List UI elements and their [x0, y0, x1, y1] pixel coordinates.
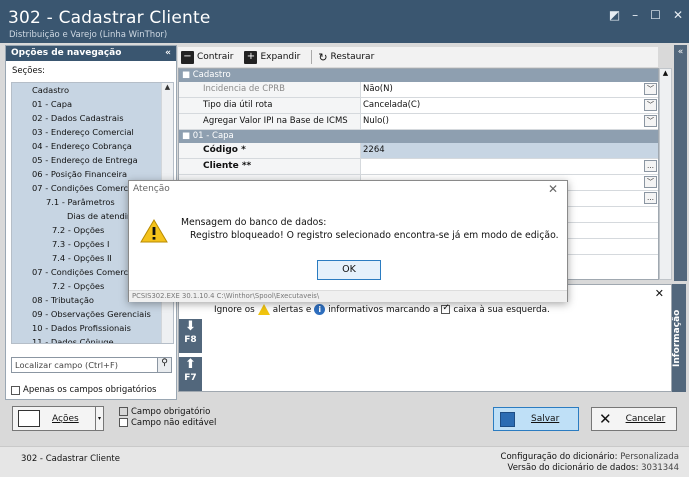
grid-row[interactable]: Tipo dia útil rota Cancelada(C) ﹀ [179, 98, 658, 114]
tree-item[interactable]: 02 - Dados Cadastrais [12, 111, 162, 125]
dictionary-info: Configuração do dicionário: Personalizad… [500, 452, 679, 473]
field-label: Incidencia de CPRB [179, 82, 361, 97]
collapse-right-icon[interactable]: « [674, 47, 687, 57]
grid-row[interactable]: Incidencia de CPRB Não(N) ﹀ [179, 82, 658, 98]
only-required-checkbox[interactable] [11, 385, 20, 395]
tree-item[interactable]: 03 - Endereço Comercial [12, 125, 162, 139]
tree-item[interactable]: 01 - Capa [12, 97, 162, 111]
minus-icon: − [181, 50, 194, 64]
field-value[interactable]: Cancelada(C) ﹀ [361, 98, 658, 113]
navigation-header: Opções de navegação [11, 48, 122, 58]
dialog-close-icon[interactable]: ✕ [548, 182, 558, 196]
grid-row[interactable]: Código * 2264 [179, 143, 658, 159]
field-value[interactable]: … [361, 159, 658, 174]
only-required-label: Apenas os campos obrigatórios [23, 385, 157, 395]
field-value[interactable]: 2264 [361, 143, 658, 158]
tree-item[interactable]: 05 - Endereço de Entrega [12, 153, 162, 167]
legend: Campo obrigatório Campo não editável [119, 406, 216, 428]
previous-message-button[interactable]: ⬆ F7 [179, 357, 202, 391]
close-icon[interactable]: ✕ [673, 8, 683, 22]
tree-item[interactable]: 04 - Endereço Cobrança [12, 139, 162, 153]
plus-icon: + [244, 50, 258, 64]
right-collapse-strip[interactable]: « [674, 45, 687, 281]
ok-button[interactable]: OK [317, 260, 381, 280]
restore-button[interactable]: ↻ Restaurar [318, 51, 379, 64]
tree-item-cadastro[interactable]: Cadastro [12, 83, 162, 97]
arrow-down-icon: ⬇ [185, 319, 196, 334]
field-label: Agregar Valor IPI na Base de ICMS [179, 114, 361, 129]
group-header-cadastro[interactable]: ■ Cadastro [179, 69, 658, 82]
minimize-icon[interactable]: – [632, 8, 638, 22]
info-close-icon[interactable]: ✕ [655, 287, 664, 300]
dialog-title: Atenção [133, 184, 170, 194]
tree-item[interactable]: 10 - Dados Profissionais [12, 321, 162, 335]
actions-icon [18, 410, 40, 427]
restore-layout-icon[interactable]: ◩ [609, 8, 620, 22]
chevron-down-icon[interactable]: ﹀ [644, 83, 657, 95]
warning-icon [257, 304, 270, 315]
search-icon[interactable]: ⚲ [157, 357, 172, 373]
tree-item[interactable]: 09 - Observações Gerenciais [12, 307, 162, 321]
cancel-button[interactable]: ✕ Cancelar [591, 407, 677, 431]
title-bar: 302 - Cadastrar Cliente Distribuição e V… [0, 0, 689, 43]
info-icon: i [314, 304, 326, 315]
noneditable-swatch [119, 418, 128, 427]
next-message-button[interactable]: ⬇ F8 [179, 319, 202, 353]
information-side-tab[interactable]: Informação [672, 284, 686, 392]
field-value[interactable]: Não(N) ﹀ [361, 82, 658, 97]
x-icon: ✕ [599, 410, 612, 428]
actions-button[interactable]: Ações ▾ [12, 406, 104, 431]
dialog-message: Mensagem do banco de dados: Registro blo… [181, 217, 559, 241]
maximize-icon[interactable]: ☐ [650, 8, 661, 22]
grid-row[interactable]: Cliente ** … [179, 159, 658, 175]
tree-item[interactable]: 06 - Posição Financeira [12, 167, 162, 181]
field-label: Código * [179, 143, 361, 158]
attention-dialog: Atenção ✕ Mensagem do banco de dados: Re… [128, 180, 568, 302]
field-label: Cliente ** [179, 159, 361, 174]
info-message: Ignore os alertas e i informativos marca… [214, 303, 550, 315]
scroll-up-icon[interactable]: ▲ [660, 69, 671, 77]
collapse-panel-icon[interactable]: « [165, 48, 171, 59]
restore-icon: ↻ [318, 50, 328, 64]
floppy-disk-icon [500, 411, 515, 427]
search-field-input[interactable]: Localizar campo (Ctrl+F) [11, 357, 171, 373]
group-header-capa[interactable]: ■ 01 - Capa [179, 130, 658, 143]
window-subtitle: Distribuição e Varejo (Linha WinThor) [9, 30, 168, 40]
warning-icon [140, 219, 168, 243]
tree-item[interactable]: 11 - Dados Cônjuge [12, 335, 162, 343]
arrow-up-icon: ⬆ [185, 357, 196, 372]
field-label: Tipo dia útil rota [179, 98, 361, 113]
sections-label: Seções: [12, 66, 46, 76]
chevron-down-icon[interactable]: ﹀ [644, 115, 657, 127]
ellipsis-icon[interactable]: … [644, 192, 657, 204]
window-title: 302 - Cadastrar Cliente [8, 8, 211, 28]
status-bar: 302 - Cadastrar Cliente Configuração do … [0, 446, 689, 477]
grid-toolbar: − Contrair + Expandir ↻ Restaurar [178, 47, 658, 67]
scroll-up-icon[interactable]: ▲ [162, 83, 173, 91]
chevron-down-icon[interactable]: ﹀ [644, 176, 657, 188]
dialog-footer: PCSIS302.EXE 30.1.10.4 C:\Winthor\Spool\… [129, 290, 567, 302]
expand-button[interactable]: + Expandir [244, 50, 305, 64]
status-app-name: 302 - Cadastrar Cliente [21, 454, 120, 464]
chevron-down-icon[interactable]: ﹀ [644, 99, 657, 111]
grid-scrollbar[interactable]: ▲ [659, 68, 672, 280]
checkbox-icon [441, 303, 451, 314]
dropdown-arrow-icon[interactable]: ▾ [95, 407, 103, 430]
collapse-button[interactable]: − Contrair [181, 50, 238, 64]
save-button[interactable]: Salvar [493, 407, 579, 431]
ellipsis-icon[interactable]: … [644, 160, 657, 172]
field-value[interactable]: Nulo() ﹀ [361, 114, 658, 129]
required-swatch [119, 407, 128, 416]
grid-row[interactable]: Agregar Valor IPI na Base de ICMS Nulo()… [179, 114, 658, 130]
